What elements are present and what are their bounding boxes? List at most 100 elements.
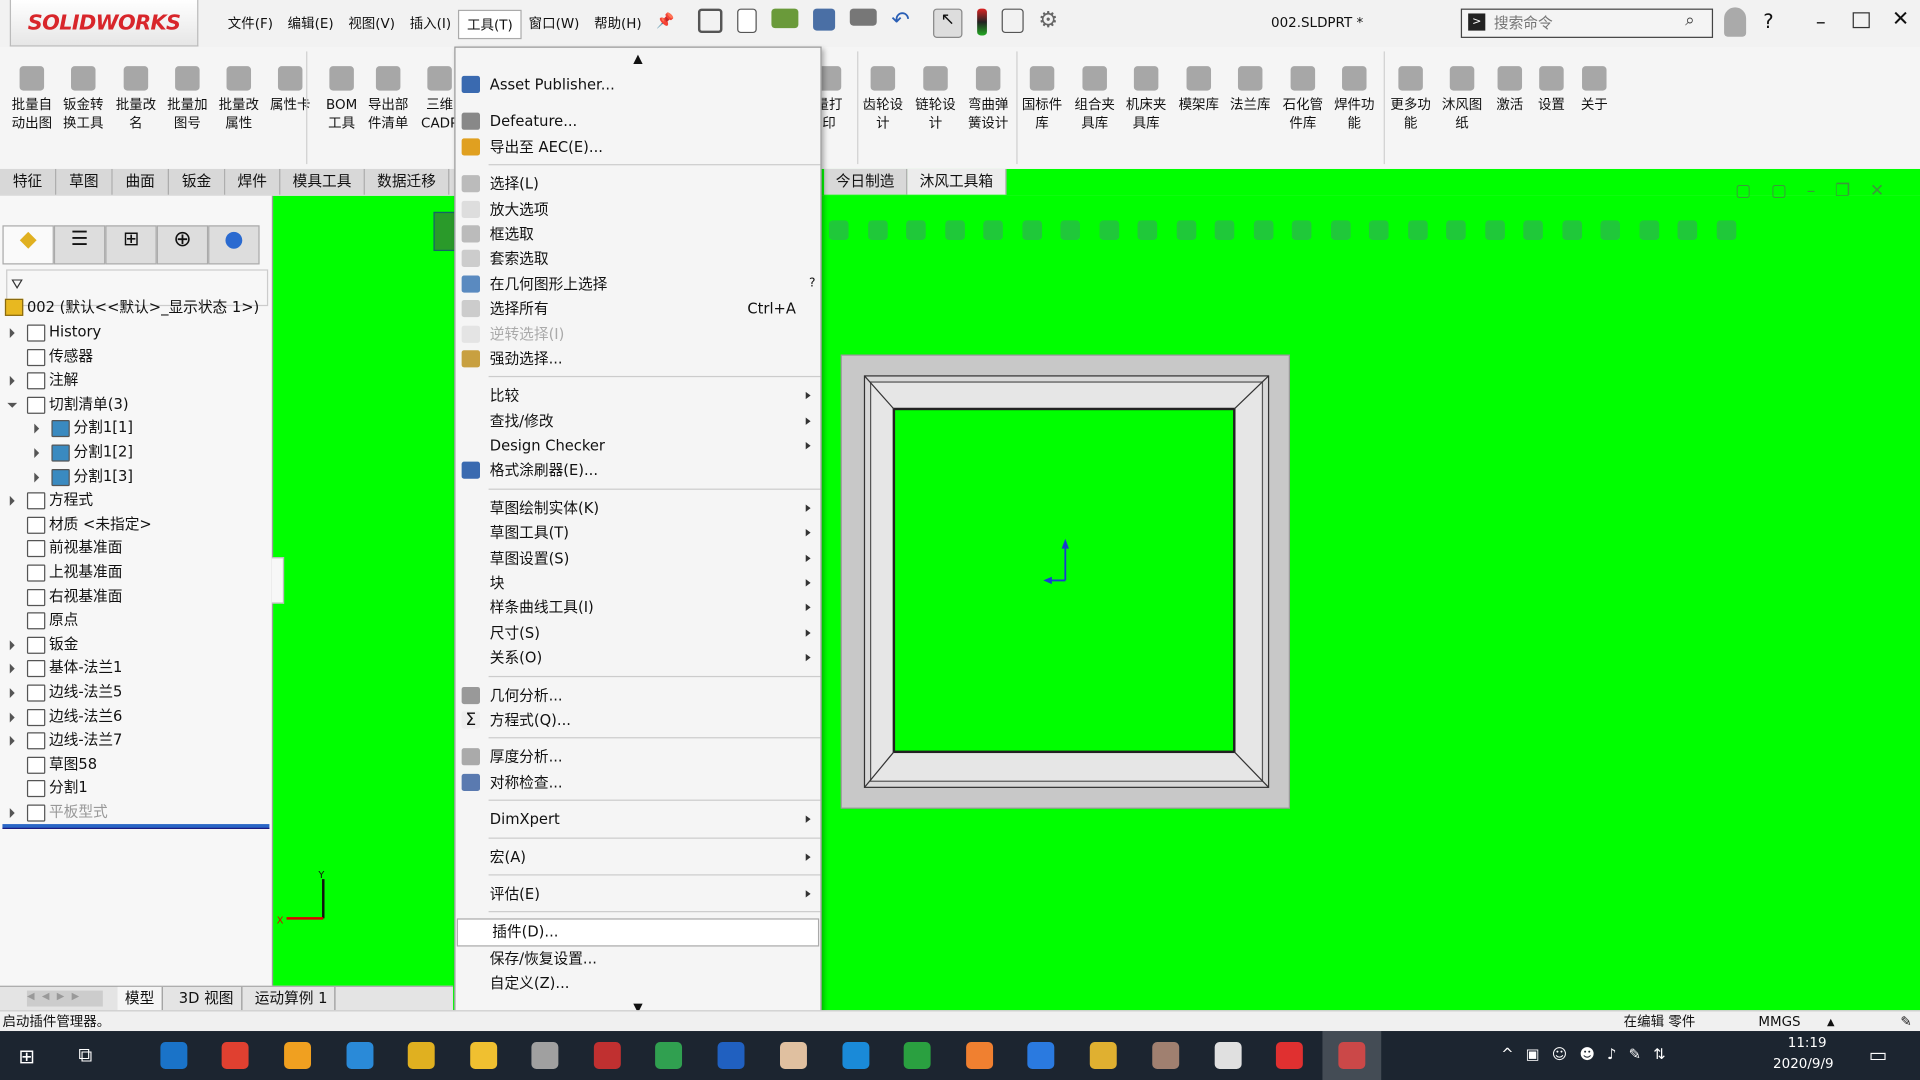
menu-item[interactable]: 样条曲线工具(I) bbox=[456, 596, 821, 621]
menu-item[interactable]: 套索选取 bbox=[456, 247, 821, 272]
ribbon-button[interactable]: 链轮设计 bbox=[910, 66, 961, 132]
menu-scroll-up[interactable]: ▲ bbox=[456, 48, 821, 72]
task-view-icon[interactable]: ⧉ bbox=[78, 1043, 92, 1067]
taskbar-app-icon[interactable] bbox=[1089, 1042, 1117, 1069]
taskbar-app-icon[interactable] bbox=[1275, 1042, 1303, 1069]
tree-item[interactable]: 切割清单(3) bbox=[0, 393, 269, 416]
command-tab[interactable]: 特征 bbox=[0, 168, 57, 195]
tree-item[interactable]: 分割1[1] bbox=[0, 417, 269, 440]
bottom-tab[interactable]: 模型 bbox=[117, 986, 163, 1011]
taskbar-app-icon[interactable] bbox=[470, 1042, 498, 1069]
tree-item[interactable]: 平板型式 bbox=[0, 801, 269, 824]
menu-6[interactable]: 帮助(H) bbox=[587, 10, 649, 39]
property-manager-tab[interactable]: ☰ bbox=[53, 225, 106, 265]
view-tool-icon[interactable] bbox=[944, 220, 965, 241]
tree-item[interactable]: 分割1 bbox=[0, 777, 269, 800]
viewport-split-icon[interactable]: ▢ bbox=[1771, 181, 1787, 201]
ribbon-button[interactable]: 批量改名 bbox=[110, 66, 161, 132]
tree-item[interactable]: 上视基准面 bbox=[0, 561, 269, 584]
configuration-manager-tab[interactable]: ⊞ bbox=[105, 225, 157, 265]
menu-item[interactable]: 块 bbox=[456, 571, 821, 596]
menu-item[interactable]: 厚度分析... bbox=[456, 745, 821, 770]
expand-arrow-icon[interactable] bbox=[9, 328, 15, 338]
menu-item[interactable]: Asset Publisher... bbox=[456, 72, 821, 97]
gear-icon[interactable]: ⚙ bbox=[1038, 8, 1065, 36]
ribbon-button[interactable]: 机床夹 具库 bbox=[1120, 66, 1171, 132]
expand-arrow-icon[interactable] bbox=[9, 736, 15, 746]
expand-arrow-icon[interactable] bbox=[34, 424, 40, 434]
rebuild-icon[interactable]: ✎ bbox=[1900, 1011, 1911, 1032]
command-tab[interactable]: 模具工具 bbox=[280, 168, 365, 195]
search-input[interactable] bbox=[1491, 11, 1668, 36]
tree-item[interactable]: History bbox=[0, 321, 269, 344]
search-icon[interactable]: ⌕ bbox=[1685, 11, 1695, 31]
tree-item[interactable]: 传感器 bbox=[0, 345, 269, 368]
taskbar-app-icon[interactable] bbox=[1152, 1042, 1180, 1069]
units-arrow-icon[interactable]: ▲ bbox=[1827, 1011, 1835, 1032]
ribbon-button[interactable]: 石化管 件库 bbox=[1277, 66, 1328, 132]
menu-item[interactable]: 保存/恢复设置... bbox=[456, 946, 821, 971]
menu-item[interactable]: 尺寸(S) bbox=[456, 621, 821, 646]
tree-item[interactable]: 注解 bbox=[0, 369, 269, 392]
view-tool-icon[interactable] bbox=[1098, 220, 1119, 241]
viewport-tile-icon[interactable]: ▢ bbox=[1735, 181, 1751, 201]
view-tool-icon[interactable] bbox=[1176, 220, 1196, 241]
menu-item[interactable]: 对称检查... bbox=[456, 770, 821, 795]
menu-4[interactable]: 工具(T) bbox=[458, 9, 522, 40]
menu-item[interactable]: 在几何图形上选择? bbox=[456, 272, 821, 297]
taskbar-app-icon[interactable] bbox=[655, 1042, 683, 1069]
clock-time[interactable]: 11:19 bbox=[1788, 1035, 1827, 1051]
view-tool-icon[interactable] bbox=[1021, 220, 1042, 241]
taskbar-app-icon[interactable] bbox=[407, 1042, 435, 1069]
menu-item[interactable]: 格式涂刷器(E)... bbox=[456, 459, 821, 484]
expand-arrow-icon[interactable] bbox=[9, 640, 15, 650]
menu-5[interactable]: 窗口(W) bbox=[521, 10, 586, 39]
ribbon-button[interactable]: 组合夹 具库 bbox=[1069, 66, 1120, 132]
menu-item[interactable]: 几何分析... bbox=[456, 683, 821, 708]
menu-item[interactable]: 插件(D)... bbox=[456, 918, 820, 947]
save-icon[interactable] bbox=[813, 8, 836, 31]
viewport-minimize-icon[interactable]: – bbox=[1807, 181, 1816, 201]
taskbar-app-icon[interactable] bbox=[966, 1042, 994, 1069]
ribbon-button[interactable]: 沐风图纸 bbox=[1436, 66, 1487, 132]
ribbon-button[interactable]: 齿轮设计 bbox=[857, 66, 908, 132]
view-tool-icon[interactable] bbox=[1060, 220, 1081, 241]
menu-item[interactable]: 查找/修改 bbox=[456, 409, 821, 434]
taskbar-app-icon[interactable] bbox=[284, 1042, 312, 1069]
tree-item[interactable]: 材质 <未指定> bbox=[0, 513, 269, 536]
taskbar-app-icon[interactable] bbox=[903, 1042, 931, 1069]
command-tab[interactable]: 今日制造 bbox=[824, 168, 908, 195]
rollback-bar[interactable] bbox=[2, 824, 270, 829]
command-tab[interactable]: 曲面 bbox=[112, 168, 169, 195]
new-document-icon[interactable] bbox=[737, 8, 757, 34]
tree-item[interactable]: 基体-法兰1 bbox=[0, 657, 269, 680]
menu-item[interactable]: 放大选项 bbox=[456, 197, 821, 222]
ribbon-button[interactable]: 批量改 属性 bbox=[213, 66, 264, 132]
ribbon-button[interactable]: 关于 bbox=[1569, 66, 1620, 114]
panel-splitter-handle[interactable] bbox=[271, 557, 285, 604]
expand-arrow-icon[interactable] bbox=[34, 472, 40, 482]
menu-item[interactable]: Σ 方程式(Q)... bbox=[456, 708, 821, 733]
view-tool-icon[interactable] bbox=[1291, 220, 1312, 241]
taskbar-app-icon[interactable] bbox=[531, 1042, 559, 1069]
taskbar-app-icon[interactable] bbox=[160, 1042, 188, 1069]
view-tool-icon[interactable] bbox=[1253, 220, 1273, 241]
expand-arrow-icon[interactable] bbox=[9, 664, 15, 674]
sketch-dimension-icon[interactable] bbox=[433, 211, 456, 252]
ribbon-button[interactable]: 模架库 bbox=[1173, 66, 1224, 114]
view-tool-icon[interactable] bbox=[1446, 220, 1466, 241]
menu-item[interactable]: DimXpert bbox=[456, 807, 821, 832]
expand-arrow-icon[interactable] bbox=[9, 496, 15, 506]
view-tool-icon[interactable] bbox=[906, 220, 926, 241]
view-tool-icon[interactable] bbox=[1677, 220, 1698, 241]
unit-system-selector[interactable]: MMGS bbox=[1758, 1011, 1800, 1032]
view-tool-icon[interactable] bbox=[1716, 220, 1736, 241]
tree-item[interactable]: 分割1[3] bbox=[0, 465, 269, 488]
ribbon-button[interactable]: 批量加 图号 bbox=[162, 66, 213, 132]
ribbon-button[interactable]: 导出部 件清单 bbox=[362, 66, 413, 132]
clock-date[interactable]: 2020/9/9 bbox=[1773, 1056, 1833, 1072]
command-tab[interactable]: 草图 bbox=[56, 168, 113, 195]
tree-item[interactable]: 分割1[2] bbox=[0, 441, 269, 464]
traffic-light-icon[interactable] bbox=[977, 8, 987, 36]
view-tool-icon[interactable] bbox=[1600, 220, 1621, 241]
